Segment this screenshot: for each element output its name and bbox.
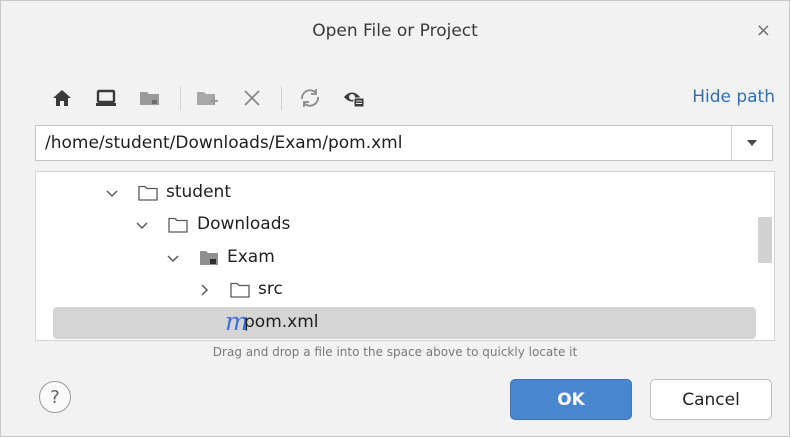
dialog-title: Open File or Project	[312, 21, 478, 41]
new-folder-icon[interactable]	[195, 85, 221, 111]
folder-icon	[138, 185, 158, 201]
project-folder-icon[interactable]	[137, 85, 163, 111]
tree-row-student[interactable]: student	[36, 177, 756, 209]
toolbar-separator	[281, 86, 282, 110]
tree-row-label: student	[166, 182, 231, 202]
show-hidden-icon[interactable]	[341, 85, 367, 111]
hide-path-link[interactable]: Hide path	[692, 87, 775, 107]
tree-row-label: Exam	[227, 247, 275, 267]
folder-icon	[168, 217, 188, 233]
chevron-down-icon[interactable]	[134, 217, 150, 233]
path-dropdown-button[interactable]	[731, 126, 772, 160]
tree-row-downloads[interactable]: Downloads	[36, 209, 756, 241]
tree-row-label: src	[258, 279, 283, 299]
chevron-right-icon[interactable]	[196, 282, 212, 298]
open-file-dialog: Open File or Project × Hide path /home/s…	[0, 0, 790, 437]
refresh-icon[interactable]	[297, 85, 323, 111]
cancel-button[interactable]: Cancel	[650, 379, 772, 420]
tree-row-exam[interactable]: Exam	[36, 242, 756, 274]
delete-icon[interactable]	[239, 85, 265, 111]
file-chooser-toolbar	[41, 85, 401, 111]
project-folder-icon	[200, 251, 218, 265]
path-combobox[interactable]: /home/student/Downloads/Exam/pom.xml	[35, 125, 773, 161]
desktop-icon[interactable]	[93, 85, 119, 111]
ok-button[interactable]: OK	[510, 379, 632, 420]
title-bar: Open File or Project ×	[1, 1, 789, 63]
folder-icon	[230, 282, 250, 298]
drag-drop-hint: Drag and drop a file into the space abov…	[212, 345, 578, 359]
tree-row-pom-xml[interactable]: m pom.xml	[53, 307, 756, 339]
toolbar-separator	[180, 86, 181, 110]
tree-row-src[interactable]: src	[36, 274, 756, 306]
chevron-down-icon	[747, 140, 757, 146]
path-input[interactable]: /home/student/Downloads/Exam/pom.xml	[45, 133, 402, 153]
home-icon[interactable]	[49, 85, 75, 111]
chevron-down-icon[interactable]	[165, 250, 181, 266]
tree-scrollbar-thumb[interactable]	[758, 217, 772, 263]
file-tree[interactable]: student Downloads Exam src m pom.xml	[35, 171, 775, 341]
chevron-down-icon[interactable]	[104, 185, 120, 201]
tree-row-label: pom.xml	[244, 312, 319, 332]
close-button[interactable]: ×	[756, 21, 771, 41]
tree-row-label: Downloads	[197, 214, 291, 234]
help-button[interactable]: ?	[39, 381, 71, 413]
